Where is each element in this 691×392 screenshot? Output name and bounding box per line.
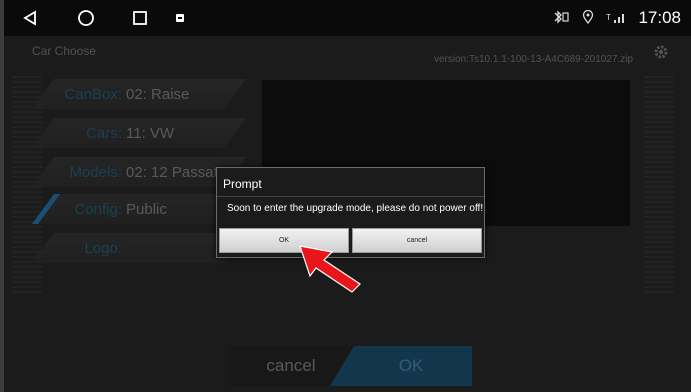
svg-text:T: T — [606, 13, 611, 22]
gear-icon[interactable] — [653, 44, 669, 60]
status-clock: 17:08 — [638, 8, 681, 27]
signal-icon: T — [606, 10, 626, 27]
config-label: Config: — [74, 200, 122, 218]
bottom-action-bar: cancel OK — [228, 346, 472, 386]
background-equalizer-right — [644, 76, 674, 296]
recents-icon[interactable] — [128, 0, 152, 36]
config-row[interactable]: Config: Public — [32, 194, 246, 224]
status-indicators: T 17:08 — [552, 0, 681, 36]
bluetooth-icon — [552, 9, 570, 27]
dialog-cancel-button[interactable]: cancel — [352, 228, 482, 253]
status-bar: T 17:08 — [4, 0, 691, 36]
notification-icon — [172, 0, 188, 36]
cars-label: Cars: — [86, 124, 122, 142]
models-row[interactable]: Models: 02: 12 Passat — [32, 157, 246, 187]
ok-button[interactable]: OK — [330, 346, 472, 386]
dialog-message: Soon to enter the upgrade mode, please d… — [227, 203, 484, 214]
annotation-arrow-icon — [290, 240, 370, 294]
version-label: version:Ts10.1.1-100-13-A4C689-201027.zi… — [433, 54, 633, 65]
home-icon[interactable] — [74, 0, 98, 36]
cars-row[interactable]: Cars: 11: VW — [32, 118, 246, 148]
canbox-label: CanBox: — [64, 85, 122, 103]
logo-label: Logo: — [84, 239, 122, 257]
cars-value: 11: VW — [126, 124, 175, 142]
app-title: Car Choose — [32, 44, 97, 58]
back-icon[interactable] — [18, 0, 42, 36]
location-icon — [582, 9, 594, 27]
dialog-title: Prompt — [223, 177, 262, 191]
config-value: Public — [126, 200, 167, 218]
logo-row[interactable]: Logo: — [32, 233, 246, 263]
device-frame: T 17:08 Car Choose version:Ts10.1.1-100-… — [0, 0, 691, 392]
canbox-row[interactable]: CanBox: 02: Raise — [32, 79, 246, 109]
dialog-divider — [217, 196, 484, 197]
canbox-value: 02: Raise — [126, 85, 190, 103]
models-label: Models: — [69, 163, 122, 181]
models-value: 02: 12 Passat — [126, 163, 218, 181]
